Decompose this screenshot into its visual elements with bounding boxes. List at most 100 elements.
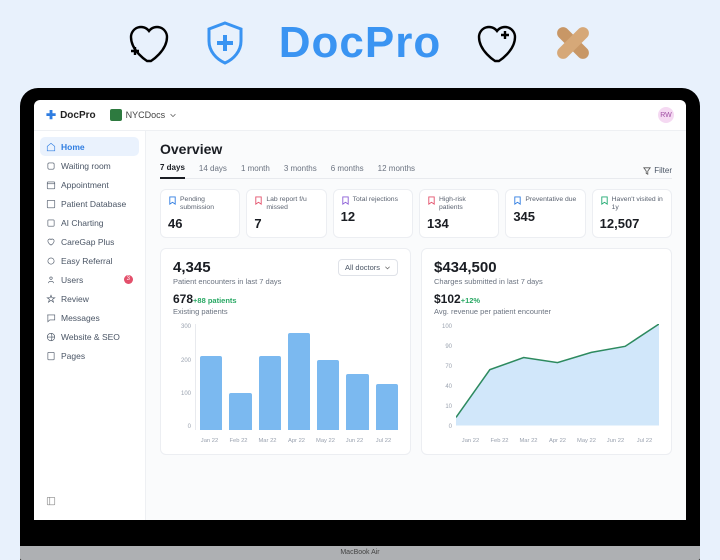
database-icon	[46, 199, 56, 209]
stat-lab-report[interactable]: Lab report f/u missed 7	[246, 189, 326, 238]
charges-total: $434,500	[434, 259, 659, 276]
page-title: Overview	[160, 141, 672, 157]
bookmark-icon	[168, 196, 177, 205]
star-icon	[46, 294, 56, 304]
sidebar-item-label: Easy Referral	[61, 256, 113, 266]
sidebar: Home Waiting room Appointment Patient Da…	[34, 131, 146, 520]
tab-6months[interactable]: 6 months	[331, 164, 364, 178]
sidebar-item-waiting-room[interactable]: Waiting room	[40, 156, 139, 175]
encounters-card: 4,345 Patient encounters in last 7 days …	[160, 248, 411, 455]
sidebar-item-referral[interactable]: Easy Referral	[40, 251, 139, 270]
sidebar-item-label: Website & SEO	[61, 332, 120, 342]
revenue-card: $434,500 Charges submitted in last 7 day…	[421, 248, 672, 455]
app-screen: ✚ DocPro NYCDocs RW Home Waiting room Ap…	[34, 100, 686, 520]
charges-label: Charges submitted in last 7 days	[434, 277, 659, 286]
avg-revenue-delta: +12%	[461, 296, 480, 305]
sidebar-item-ai-charting[interactable]: AI Charting	[40, 213, 139, 232]
sidebar-item-label: AI Charting	[61, 218, 104, 228]
app-logo[interactable]: ✚ DocPro	[46, 108, 96, 122]
sidebar-item-users[interactable]: Users 3	[40, 270, 139, 289]
stat-label: Preventative due	[525, 196, 576, 204]
sidebar-item-pages[interactable]: Pages	[40, 346, 139, 365]
hero-title: DocPro	[279, 18, 441, 68]
plus-icon: ✚	[46, 108, 56, 122]
logo-text: DocPro	[60, 110, 96, 121]
dropdown-label: All doctors	[345, 263, 380, 272]
filter-button[interactable]: Filter	[643, 166, 672, 175]
sidebar-item-label: Review	[61, 294, 89, 304]
sidebar-item-review[interactable]: Review	[40, 289, 139, 308]
sparkle-icon	[46, 218, 56, 228]
sidebar-item-appointment[interactable]: Appointment	[40, 175, 139, 194]
org-badge-icon	[110, 109, 122, 121]
collapse-icon	[46, 496, 56, 506]
encounters-label: Patient encounters in last 7 days	[173, 277, 281, 286]
bookmark-icon	[341, 196, 350, 205]
org-name: NYCDocs	[126, 110, 166, 120]
sidebar-item-home[interactable]: Home	[40, 137, 139, 156]
clock-icon	[46, 161, 56, 171]
stat-cards-row: Pending submission46 Lab report f/u miss…	[160, 189, 672, 238]
bar	[288, 333, 310, 430]
tab-7days[interactable]: 7 days	[160, 163, 185, 179]
stat-label: Lab report f/u missed	[266, 196, 318, 212]
sidebar-item-label: Waiting room	[61, 161, 111, 171]
sidebar-item-patient-database[interactable]: Patient Database	[40, 194, 139, 213]
bookmark-icon	[600, 196, 609, 205]
stat-value: 12,507	[600, 216, 664, 231]
avatar[interactable]: RW	[658, 107, 674, 123]
tab-14days[interactable]: 14 days	[199, 164, 227, 178]
bar	[200, 356, 222, 430]
bar	[346, 374, 368, 431]
stat-value: 7	[254, 216, 318, 231]
main-content: Overview 7 days 14 days 1 month 3 months…	[146, 131, 686, 520]
stat-value: 345	[513, 209, 577, 224]
stat-value: 46	[168, 216, 232, 231]
chevron-down-icon	[384, 264, 391, 271]
existing-patients-delta: +88 patients	[193, 296, 237, 305]
sidebar-item-label: Home	[61, 142, 85, 152]
stat-value: 12	[341, 209, 405, 224]
tab-12months[interactable]: 12 months	[378, 164, 415, 178]
stat-label: Haven't visited in 1y	[612, 196, 664, 212]
stat-pending-submission[interactable]: Pending submission46	[160, 189, 240, 238]
globe-icon	[46, 332, 56, 342]
laptop-frame: ✚ DocPro NYCDocs RW Home Waiting room Ap…	[20, 88, 700, 560]
avg-revenue: $102	[434, 292, 461, 306]
sidebar-item-caregap[interactable]: CareGap Plus	[40, 232, 139, 251]
stat-high-risk[interactable]: High-risk patients134	[419, 189, 499, 238]
heart-plus-outline-icon	[471, 19, 519, 67]
avg-revenue-label: Avg. revenue per patient encounter	[434, 307, 659, 316]
stat-havent-visited[interactable]: Haven't visited in 1y 12,507	[592, 189, 672, 238]
bar	[259, 356, 281, 430]
existing-patients-count: 678	[173, 292, 193, 306]
tab-3months[interactable]: 3 months	[284, 164, 317, 178]
heart-plus-icon	[123, 19, 171, 67]
bar	[229, 393, 251, 430]
home-icon	[46, 142, 56, 152]
stat-preventative[interactable]: Preventative due 345	[505, 189, 585, 238]
hero-banner: DocPro	[0, 0, 720, 85]
bookmark-icon	[513, 196, 522, 205]
sidebar-item-label: Appointment	[61, 180, 109, 190]
tab-1month[interactable]: 1 month	[241, 164, 270, 178]
bookmark-icon	[427, 196, 436, 205]
org-switcher[interactable]: NYCDocs	[110, 109, 178, 121]
filter-label: Filter	[654, 166, 672, 175]
filter-icon	[643, 167, 651, 175]
shield-plus-icon	[201, 19, 249, 67]
stat-rejections[interactable]: Total rejections12	[333, 189, 413, 238]
badge: 3	[124, 275, 133, 284]
existing-patients-label: Existing patients	[173, 307, 398, 316]
doctor-filter-dropdown[interactable]: All doctors	[338, 259, 398, 276]
sidebar-item-label: Users	[61, 275, 83, 285]
sidebar-item-label: Patient Database	[61, 199, 126, 209]
sidebar-collapse[interactable]	[40, 490, 139, 514]
calendar-icon	[46, 180, 56, 190]
share-icon	[46, 256, 56, 266]
sidebar-item-label: Messages	[61, 313, 100, 323]
chat-icon	[46, 313, 56, 323]
sidebar-item-messages[interactable]: Messages	[40, 308, 139, 327]
device-label: MacBook Air	[20, 546, 700, 560]
sidebar-item-website[interactable]: Website & SEO	[40, 327, 139, 346]
